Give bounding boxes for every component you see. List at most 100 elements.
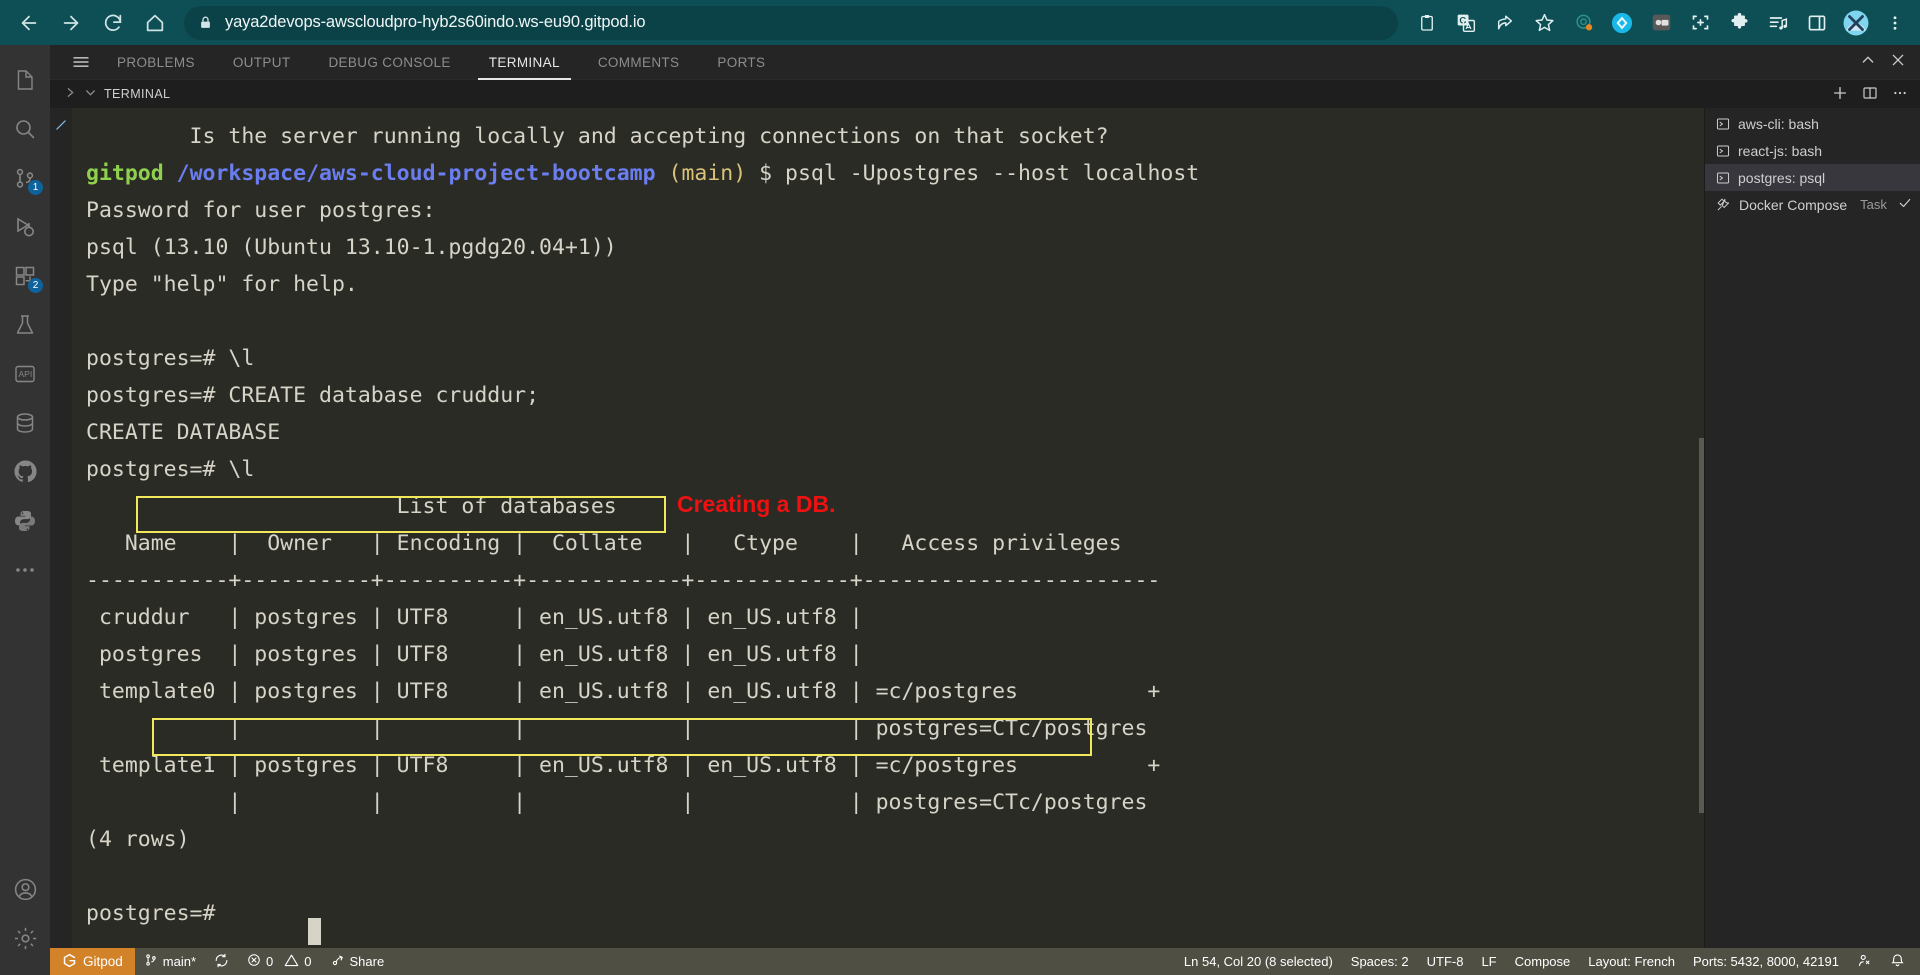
terminal-text: Is the server running locally and accept… bbox=[86, 124, 1200, 926]
status-language-mode[interactable]: Compose bbox=[1506, 948, 1580, 975]
status-eol[interactable]: LF bbox=[1472, 948, 1505, 975]
tab-debug-console[interactable]: DEBUG CONSOLE bbox=[317, 45, 461, 80]
tools-icon bbox=[1716, 197, 1731, 212]
terminal-tabs-list: aws-cli: bash react-js: bash postgres: p… bbox=[1704, 108, 1920, 948]
terminal-tab-aws-cli[interactable]: aws-cli: bash bbox=[1705, 110, 1920, 137]
status-bar: Gitpod main* 0 0 Share Ln 54, Col 20 (8 … bbox=[50, 948, 1920, 975]
diamond-extension-icon[interactable] bbox=[1607, 8, 1637, 38]
source-control-icon[interactable]: 1 bbox=[0, 153, 50, 202]
chevron-down-icon[interactable] bbox=[84, 86, 97, 102]
password-manager-icon[interactable] bbox=[1646, 8, 1676, 38]
profile-avatar-icon[interactable] bbox=[1841, 8, 1871, 38]
extensions-icon[interactable]: 2 bbox=[0, 251, 50, 300]
terminal-tab-label: aws-cli: bash bbox=[1738, 115, 1819, 132]
search-icon[interactable] bbox=[0, 104, 50, 153]
forward-arrow-icon[interactable] bbox=[52, 4, 90, 42]
home-icon[interactable] bbox=[136, 4, 174, 42]
terminal-panel-title: TERMINAL bbox=[104, 87, 171, 101]
terminal-scrollbar[interactable] bbox=[1699, 438, 1704, 813]
status-indentation-label: Spaces: 2 bbox=[1350, 954, 1409, 969]
reload-icon[interactable] bbox=[94, 4, 132, 42]
status-sync-button[interactable] bbox=[205, 948, 238, 975]
status-problems[interactable]: 0 0 bbox=[238, 948, 320, 975]
back-arrow-icon[interactable] bbox=[10, 4, 48, 42]
terminal-tab-docker-compose[interactable]: Docker Compose Task bbox=[1705, 191, 1920, 218]
error-circle-icon bbox=[247, 953, 261, 970]
terminal-gutter bbox=[50, 108, 72, 948]
hamburger-menu-icon[interactable] bbox=[63, 52, 98, 72]
terminal-tab-postgres[interactable]: postgres: psql bbox=[1705, 164, 1920, 191]
tab-comments[interactable]: COMMENTS bbox=[587, 45, 691, 80]
activity-bar: 1 2 API bbox=[0, 45, 50, 975]
source-control-branch-icon bbox=[144, 953, 158, 970]
api-icon[interactable]: API bbox=[0, 349, 50, 398]
chrome-menu-icon[interactable] bbox=[1880, 8, 1910, 38]
clipboard-icon[interactable] bbox=[1412, 8, 1442, 38]
terminal-tab-label: postgres: psql bbox=[1738, 169, 1826, 186]
share-icon[interactable] bbox=[1490, 8, 1520, 38]
side-panel-icon[interactable] bbox=[1802, 8, 1832, 38]
tab-problems[interactable]: PROBLEMS bbox=[106, 45, 206, 80]
terminal-tab-label: Docker Compose bbox=[1739, 196, 1848, 213]
explorer-icon[interactable] bbox=[0, 55, 50, 104]
lock-icon bbox=[198, 15, 213, 30]
status-branch[interactable]: main* bbox=[135, 948, 205, 975]
source-control-badge: 1 bbox=[28, 180, 43, 195]
more-actions-icon[interactable] bbox=[1892, 85, 1908, 104]
close-panel-icon[interactable] bbox=[1890, 52, 1906, 73]
status-indentation[interactable]: Spaces: 2 bbox=[1342, 948, 1418, 975]
github-icon[interactable] bbox=[0, 447, 50, 496]
more-views-icon[interactable] bbox=[0, 545, 50, 594]
status-notifications-button[interactable] bbox=[1881, 948, 1914, 975]
puzzle-extensions-icon[interactable] bbox=[1724, 8, 1754, 38]
address-bar-url: yaya2devops-awscloudpro-hyb2s60indo.ws-e… bbox=[225, 13, 646, 31]
testing-beaker-icon[interactable] bbox=[0, 300, 50, 349]
address-bar[interactable]: yaya2devops-awscloudpro-hyb2s60indo.ws-e… bbox=[184, 5, 1398, 40]
account-icon[interactable] bbox=[0, 865, 50, 914]
status-remote-button[interactable] bbox=[1848, 948, 1881, 975]
reading-list-music-icon[interactable] bbox=[1763, 8, 1793, 38]
status-branch-label: main* bbox=[162, 954, 197, 969]
translate-icon[interactable]: G bbox=[1451, 8, 1481, 38]
add-terminal-icon[interactable] bbox=[1832, 85, 1848, 104]
browser-toolbar: yaya2devops-awscloudpro-hyb2s60indo.ws-e… bbox=[0, 0, 1920, 45]
bookmark-star-icon[interactable] bbox=[1529, 8, 1559, 38]
svg-text:API: API bbox=[19, 369, 33, 379]
sync-icon bbox=[214, 953, 229, 971]
terminal-tab-react-js[interactable]: react-js: bash bbox=[1705, 137, 1920, 164]
run-debug-icon[interactable] bbox=[0, 202, 50, 251]
status-share-button[interactable]: Share bbox=[321, 948, 394, 975]
tab-terminal[interactable]: TERMINAL bbox=[477, 45, 571, 80]
pocket-icon[interactable] bbox=[1568, 8, 1598, 38]
terminal-region: Is the server running locally and accept… bbox=[50, 108, 1920, 948]
panel-actions bbox=[1860, 52, 1920, 73]
tab-ports[interactable]: PORTS bbox=[706, 45, 776, 80]
chevron-up-icon[interactable] bbox=[1860, 52, 1876, 73]
screenshot-capture-icon[interactable] bbox=[1685, 8, 1715, 38]
database-icon[interactable] bbox=[0, 398, 50, 447]
status-ports[interactable]: Ports: 5432, 8000, 42191 bbox=[1684, 948, 1848, 975]
tab-output[interactable]: OUTPUT bbox=[222, 45, 302, 80]
gitpod-logo-icon bbox=[62, 953, 77, 971]
annotation-creating-a-db: Creating a DB. bbox=[677, 491, 836, 517]
tab-comments-label: COMMENTS bbox=[597, 54, 680, 70]
settings-gear-icon[interactable] bbox=[0, 914, 50, 963]
python-icon[interactable] bbox=[0, 496, 50, 545]
status-errors-count: 0 bbox=[266, 954, 274, 969]
terminal-header: TERMINAL bbox=[50, 80, 1920, 108]
status-encoding-label: UTF-8 bbox=[1426, 954, 1464, 969]
split-terminal-icon[interactable] bbox=[1862, 85, 1878, 104]
terminal-icon bbox=[1716, 144, 1730, 158]
panel-body: TERMINAL Is the server running locally a… bbox=[50, 80, 1920, 948]
status-gitpod-button[interactable]: Gitpod bbox=[50, 948, 135, 975]
terminal-tab-sublabel: Task bbox=[1860, 197, 1887, 212]
status-keyboard-layout-label: Layout: French bbox=[1588, 954, 1675, 969]
browser-extension-icons: G bbox=[1412, 8, 1910, 38]
terminal-header-actions bbox=[1832, 85, 1920, 104]
status-cursor-position[interactable]: Ln 54, Col 20 (8 selected) bbox=[1175, 948, 1342, 975]
terminal-icon bbox=[1716, 117, 1730, 131]
status-keyboard-layout[interactable]: Layout: French bbox=[1579, 948, 1684, 975]
terminal-output-area[interactable]: Is the server running locally and accept… bbox=[72, 108, 1704, 948]
status-encoding[interactable]: UTF-8 bbox=[1418, 948, 1473, 975]
status-language-mode-label: Compose bbox=[1514, 954, 1571, 969]
